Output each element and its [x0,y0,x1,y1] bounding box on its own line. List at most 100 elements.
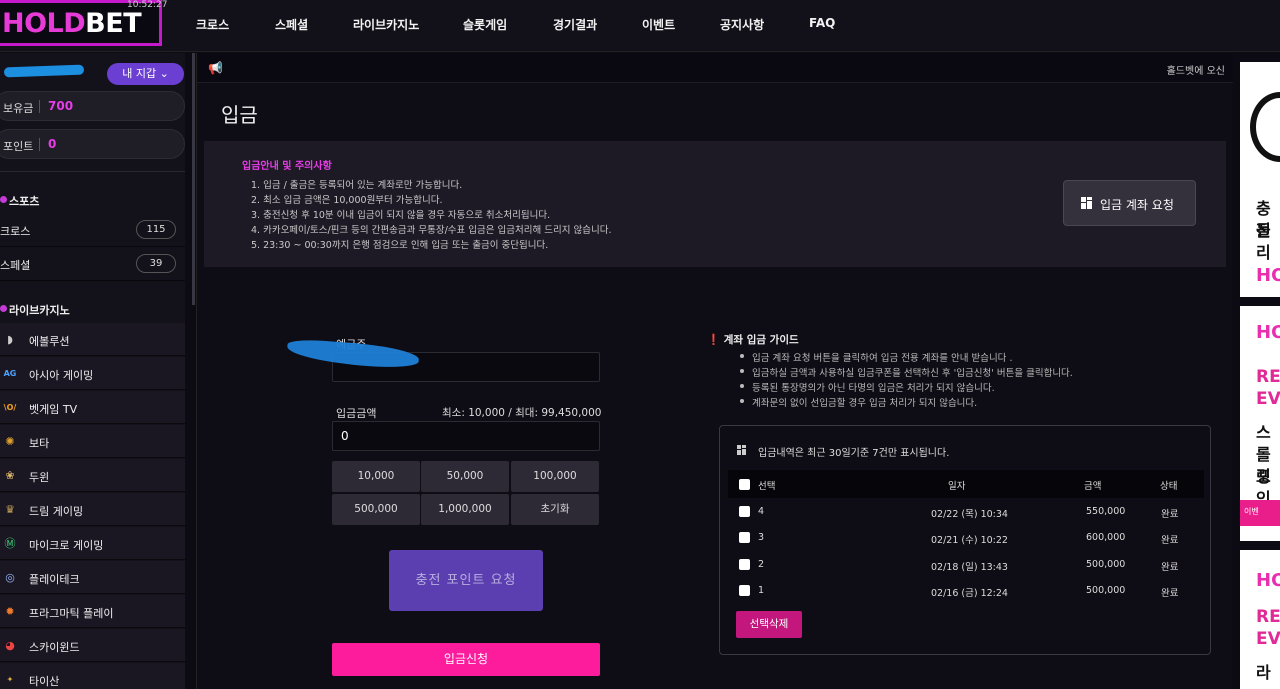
microgaming-icon: Ⓜ [4,537,16,550]
info-line: 4. 카카오페이/토스/핀크 등의 간편송금과 무통장/수표 입금은 입금처리해… [251,225,612,236]
amount-500000-button[interactable]: 500,000 [332,494,420,525]
sidebar-item-special[interactable]: 스페셜 39 [0,248,185,281]
history-header-row: 선택 일자 금액 상태 [728,470,1204,498]
sidebar-item-bota[interactable]: ✺ 보타 [0,425,185,458]
user-row: 내 지갑 ⌄ [0,61,185,85]
logo-text: HOLDBET [2,8,142,39]
amount-100000-button[interactable]: 100,000 [511,461,599,492]
ag-icon: AG [3,369,17,378]
nav-faq[interactable]: FAQ [809,16,835,30]
live-casino-section-title: 라이브카지노 [0,298,185,322]
count-badge: 39 [136,254,176,273]
grid-icon [1081,197,1093,209]
sidebar-item-pragmatic[interactable]: ✹ 프라그마틱 플레이 [0,595,185,628]
playtech-icon: ◎ [5,571,15,584]
megaphone-icon: 📢 [208,61,223,75]
deposit-info-box: 입금안내 및 주의사항 1. 입금 / 출금은 등록되어 있는 계좌로만 가능합… [204,141,1226,267]
bota-icon: ✺ [5,435,15,448]
sidebar-item-skywind[interactable]: ◕ 스카이윈드 [0,629,185,662]
table-row: 3 02/21 (수) 10:22 600,000 완료 [728,528,1204,552]
notice-marquee: 홀드벳에 오신 [1166,66,1225,77]
exclamation-icon: ❗ [707,334,721,346]
guide-line: 입금 계좌 요청 버튼을 클릭하여 입금 전용 계좌를 안내 받습니다 . [752,353,1013,364]
row-checkbox[interactable] [739,506,750,517]
nav-slot[interactable]: 슬롯게임 [463,16,507,33]
main-content: 📢 홀드벳에 오신 입금 입금안내 및 주의사항 1. 입금 / 출금은 등록되… [196,53,1233,689]
sidebar-item-betgames[interactable]: \O/ 벳게임 TV [0,391,185,424]
sidebar-item-playtech[interactable]: ◎ 플레이테크 [0,561,185,594]
pragmatic-icon: ✹ [5,605,15,618]
sports-section-title: 스포츠 [0,189,185,213]
amount-1000000-button[interactable]: 1,000,000 [421,494,509,525]
dream-gaming-icon: ♛ [5,503,15,516]
amount-label: 입금금액 [336,407,377,420]
deposit-history-panel: 입금내역은 최근 30일기준 7건만 표시됩니다. 선택 일자 금액 상태 4 … [719,425,1211,655]
nav-live-casino[interactable]: 라이브카지노 [353,16,419,33]
chevron-down-icon: ⌄ [159,67,169,80]
table-row: 1 02/16 (금) 12:24 500,000 완료 [728,581,1204,605]
row-checkbox[interactable] [739,559,750,570]
balance-pill: 보유금 700 [0,91,185,121]
points-pill: 포인트 0 [0,129,185,159]
page-title: 입금 [221,103,258,127]
table-row: 4 02/22 (목) 10:34 550,000 완료 [728,502,1204,526]
sidebar-item-evolution[interactable]: ◗ 에볼루션 [0,323,185,356]
info-line: 3. 충전신청 후 10분 이내 입금이 되지 않을 경우 자동으로 취소처리됩… [251,210,551,221]
promo-banner-3[interactable]: HO RE EV 라 [1240,550,1280,689]
nav-results[interactable]: 경기결과 [553,16,597,33]
guide-line: 계좌문의 없이 선입금할 경우 입금 처리가 되지 않습니다. [752,398,978,409]
nav-cross[interactable]: 크로스 [196,16,229,33]
nav-events[interactable]: 이벤트 [642,16,675,33]
delete-selected-button[interactable]: 선택삭제 [736,611,802,638]
left-sidebar: 내 지갑 ⌄ 보유금 700 포인트 0 스포츠 크로스 115 스페셜 39 … [0,53,185,689]
select-all-checkbox[interactable] [739,479,750,490]
promo-banner-1[interactable]: 충전 돌리 HO [1240,62,1280,297]
betgames-icon: \O/ [3,403,17,412]
top-header: HOLDBET 10:52:27 크로스 스페셜 라이브카지노 슬롯게임 경기결… [0,0,1280,52]
sidebar-item-dream-gaming[interactable]: ♛ 드림 게이밍 [0,493,185,526]
amount-50000-button[interactable]: 50,000 [421,461,509,492]
promo-banner-2[interactable]: HO RE EV 스 롤링 포인 이벤 [1240,306,1280,541]
nav-special[interactable]: 스페셜 [275,16,308,33]
deposit-submit-button[interactable]: 입금신청 [332,643,600,676]
info-title: 입금안내 및 주의사항 [242,161,332,172]
sidebar-item-cross[interactable]: 크로스 115 [0,214,185,247]
grid-icon [737,445,747,455]
reset-amount-button[interactable]: 초기화 [511,494,599,525]
request-account-button[interactable]: 입금 계좌 요청 [1063,180,1196,226]
my-wallet-button[interactable]: 내 지갑 ⌄ [107,63,184,85]
sidebar-item-taishan[interactable]: ✦ 타이산 [0,663,185,689]
sidebar-item-asia-gaming[interactable]: AG 아시아 게이밍 [0,357,185,390]
row-checkbox[interactable] [739,585,750,596]
guide-line: 등록된 통장명의가 아닌 타명의 입금은 처리가 되지 않습니다. [752,383,995,394]
info-line: 5. 23:30 ~ 00:30까지 은행 점검으로 인해 입금 또는 출금이 … [251,240,549,251]
count-badge: 115 [136,220,176,239]
skywind-icon: ◕ [5,639,15,652]
sports-icon [0,196,7,203]
taishan-icon: ✦ [6,675,14,684]
guide-title: ❗ 계좌 입금 가이드 [707,334,799,346]
user-name-redacted [3,64,85,78]
notice-bar: 📢 홀드벳에 오신 [197,53,1233,83]
casino-icon [0,305,7,312]
balance-value: 700 [48,99,74,113]
refresh-icon [1250,92,1280,162]
amount-input[interactable]: 0 [332,421,600,451]
sidebar-scrollbar[interactable] [192,53,195,305]
guide-line: 입금하실 금액과 사용하실 입금쿠폰을 선택하신 후 '입금신청' 버튼을 클릭… [752,368,1073,379]
evolution-icon: ◗ [7,333,13,346]
nav-notice[interactable]: 공지사항 [720,16,764,33]
charge-points-button[interactable]: 충전 포인트 요청 [389,550,543,611]
row-checkbox[interactable] [739,532,750,543]
info-line: 2. 최소 입금 금액은 10,000원부터 가능합니다. [251,195,443,206]
clock: 10:52:27 [127,0,168,10]
sidebar-item-microgaming[interactable]: Ⓜ 마이크로 게이밍 [0,527,185,560]
dowin-icon: ❀ [5,469,15,482]
points-value: 0 [48,137,57,151]
table-row: 2 02/18 (일) 13:43 500,000 완료 [728,555,1204,579]
right-banner-column: 충전 돌리 HO HO RE EV 스 롤링 포인 이벤 HO RE EV 라 [1240,53,1280,689]
sidebar-item-dowin[interactable]: ❀ 두윈 [0,459,185,492]
history-title: 입금내역은 최근 30일기준 7건만 표시됩니다. [758,448,950,459]
amount-10000-button[interactable]: 10,000 [332,461,420,492]
info-line: 1. 입금 / 출금은 등록되어 있는 계좌로만 가능합니다. [251,180,463,191]
